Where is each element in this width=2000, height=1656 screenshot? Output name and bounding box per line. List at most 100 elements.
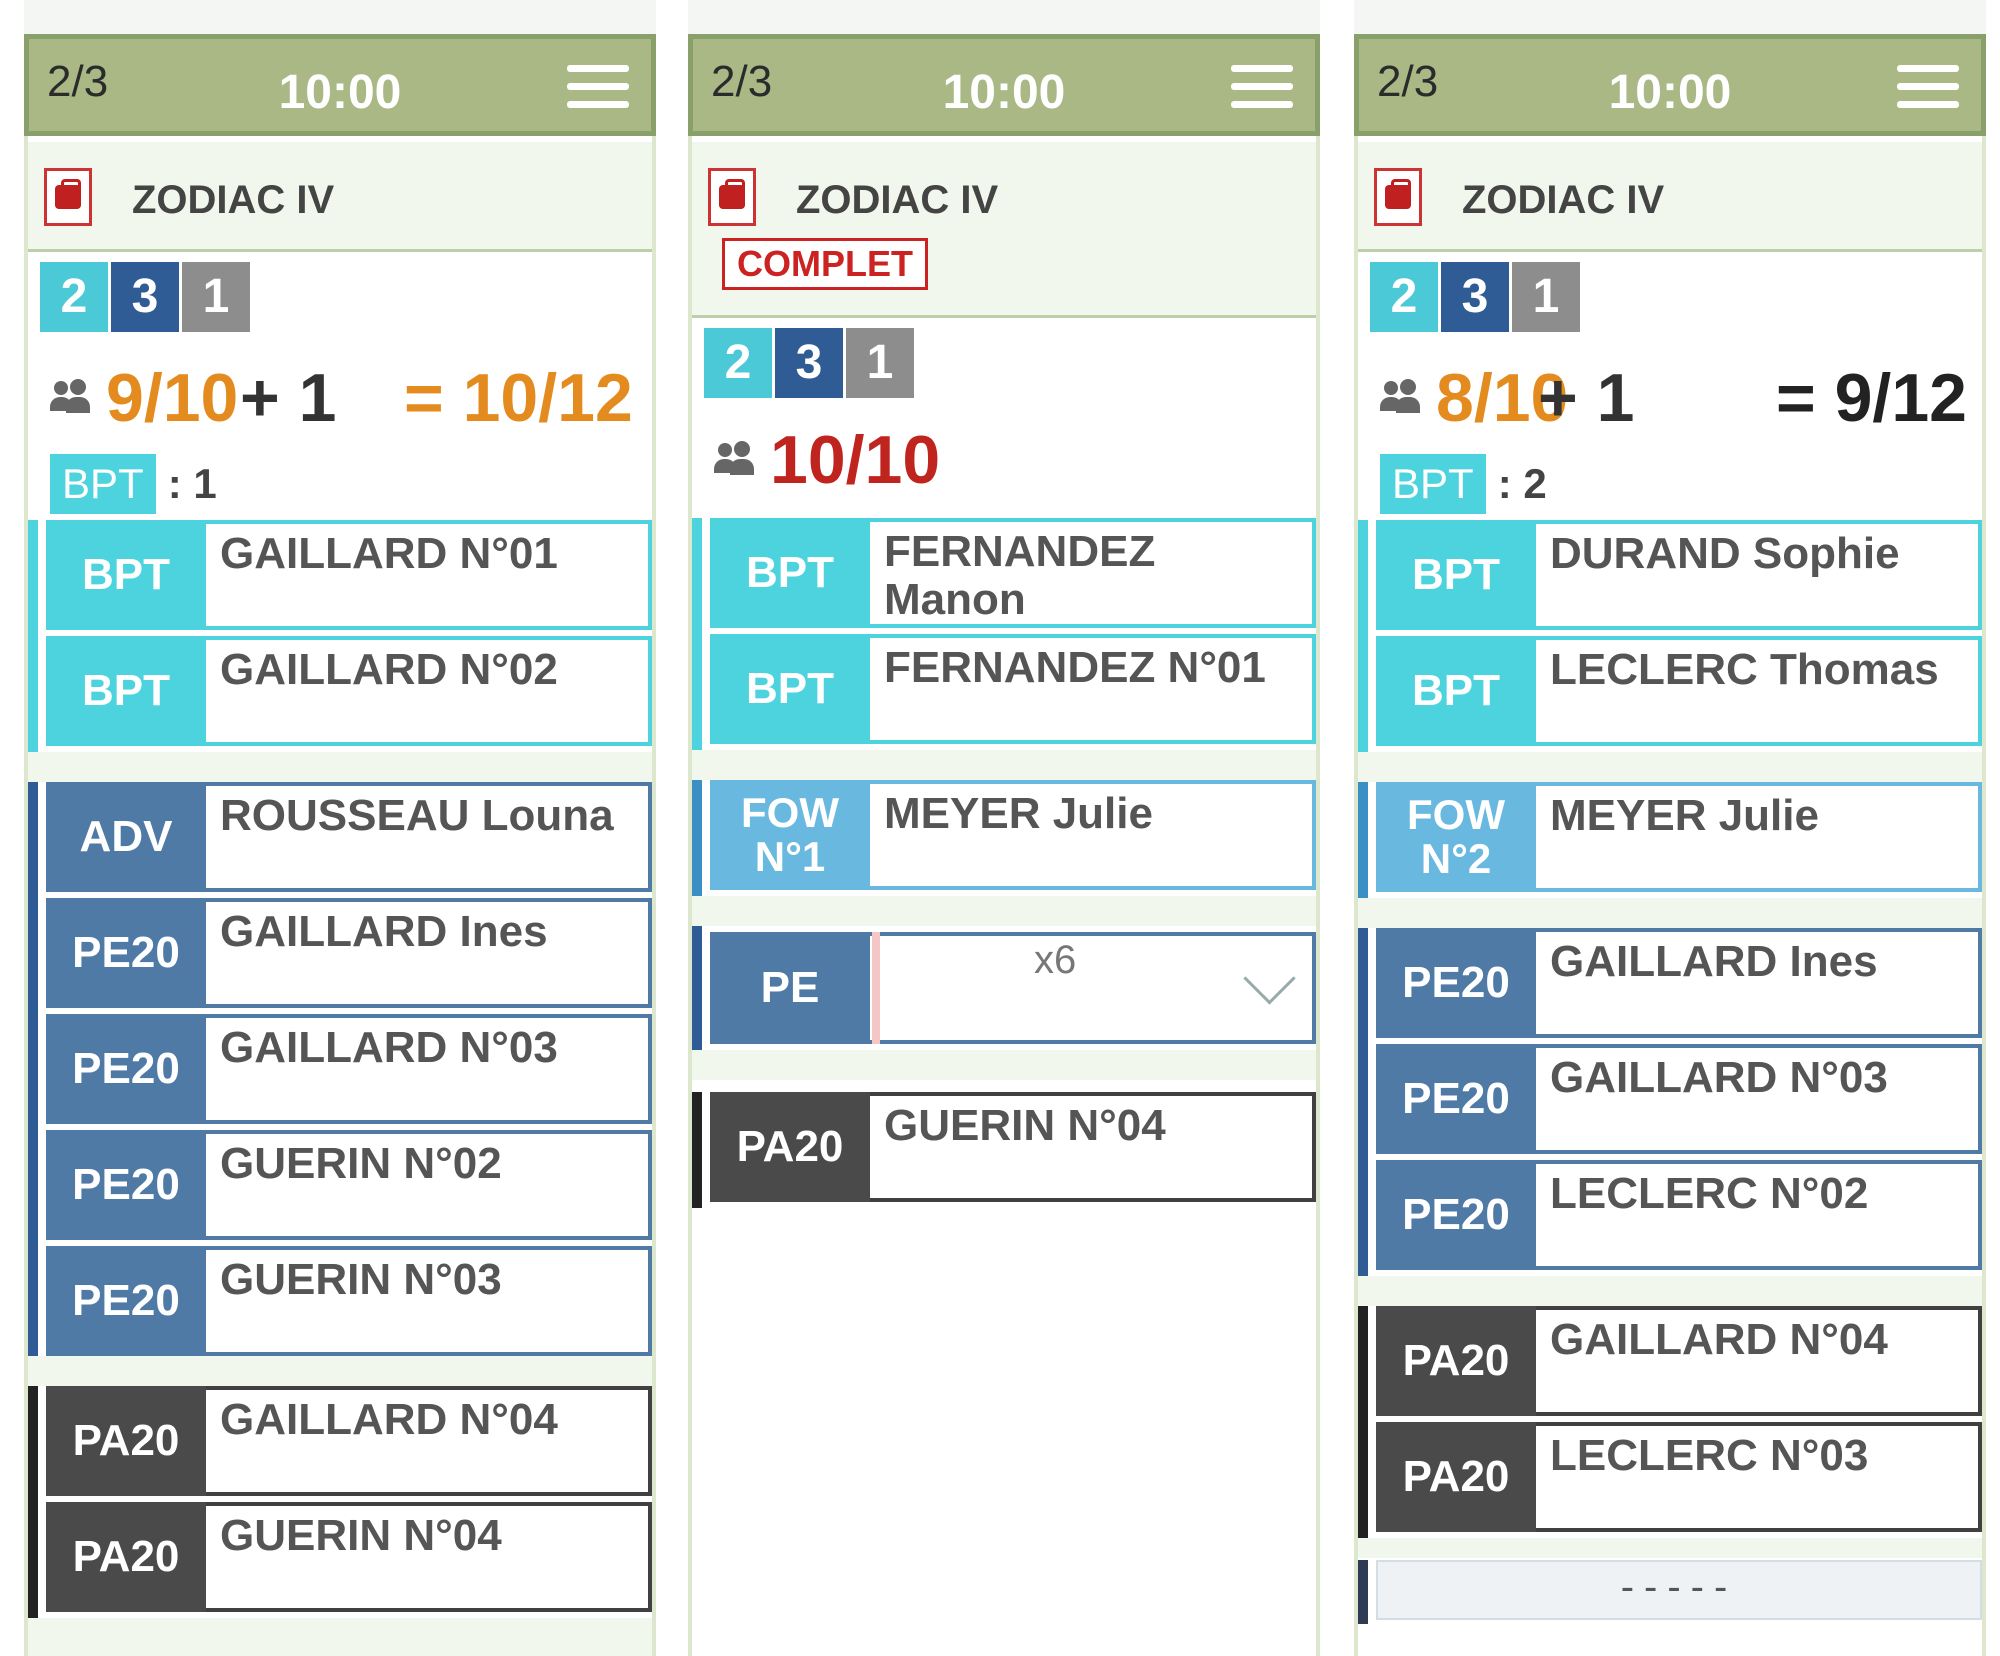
diver-row[interactable]: PA20 GAILLARD N°04 [1376,1306,1982,1416]
diver-name: GUERIN N°03 [220,1255,502,1304]
bpt-summary: BPT: 2 [1380,454,1547,514]
level-tag: FOW N°1 [710,780,870,890]
people-icon [50,379,90,415]
diver-row[interactable]: ADV ROUSSEAU Louna [46,782,652,892]
total-count: = 9/12 [1776,360,1967,436]
hamburger-icon[interactable] [567,65,629,109]
group-separator [28,1356,652,1386]
level-tag: BPT [1376,520,1536,630]
diver-name: LECLERC Thomas [1550,645,1939,694]
column-top-strip [688,0,1320,34]
level-tag: PA20 [1376,1422,1536,1532]
group-pe: PE20 GAILLARD Ines PE20 GAILLARD N°03 PE20… [1358,928,1982,1276]
level-badge-2: 2 [40,262,108,332]
level-tag: PA20 [710,1092,870,1202]
level-tag: PA20 [46,1502,206,1612]
level-badge-3: 3 [1441,262,1509,332]
diver-row[interactable]: BPT DURAND Sophie [1376,520,1982,630]
diver-row[interactable]: PE20 LECLERC N°02 [1376,1160,1982,1270]
diver-row[interactable]: PE20 GUERIN N°03 [46,1246,652,1356]
group-fow: FOW N°2 MEYER Julie [1358,782,1982,898]
people-count [50,358,102,438]
pe-dropdown[interactable]: PE x6 [710,932,1316,1044]
level-badge-3: 3 [111,262,179,332]
people-icon [714,441,754,477]
hamburger-icon[interactable] [1897,65,1959,109]
group-separator [692,896,1316,926]
level-badge-2: 2 [1370,262,1438,332]
diver-row[interactable]: PA20 GUERIN N°04 [710,1092,1316,1202]
diver-name: GAILLARD N°04 [220,1395,558,1444]
boat-bar: ZODIAC IV [1358,142,1982,252]
status-badge: COMPLET [722,238,928,290]
level-badge-1: 1 [1512,262,1580,332]
diver-name: GUERIN N°02 [220,1139,502,1188]
dive-time: 10:00 [278,66,402,119]
level-badge-1: 1 [182,262,250,332]
diver-row[interactable]: PE20 GAILLARD Ines [1376,928,1982,1038]
boat-name: ZODIAC IV [132,178,335,222]
level-badge-3: 3 [775,328,843,398]
bpt-count: : 2 [1497,460,1547,507]
level-badge-1: 1 [846,328,914,398]
diver-row[interactable]: BPT LECLERC Thomas [1376,636,1982,746]
hamburger-icon[interactable] [1231,65,1293,109]
diver-row[interactable]: BPT GAILLARD N°01 [46,520,652,630]
level-tag: PE20 [46,898,206,1008]
level-tag: BPT [46,520,206,630]
diver-name: GAILLARD N°02 [220,645,558,694]
diver-name: FERNANDEZ N°01 [884,643,1266,692]
diver-row[interactable]: PE20 GAILLARD Ines [46,898,652,1008]
diver-row[interactable]: FOW N°1 MEYER Julie [710,780,1316,890]
column-header: 2/3 10:00 [24,34,656,136]
column-header: 2/3 10:00 [688,34,1320,136]
group-pa: PA20 GAILLARD N°04 PA20 GUERIN N°04 [28,1386,652,1618]
diver-name: DURAND Sophie [1550,529,1900,578]
bpt-chip: BPT [1380,454,1486,514]
level-tag: ADV [46,782,206,892]
diver-name: ROUSSEAU Louna [220,791,614,840]
total-count: = 10/12 [404,360,633,436]
diver-name: FERNANDEZ Manon [884,527,1156,624]
divers-count: 10/10 [770,422,941,498]
boat-bar: ZODIAC IV [28,142,652,252]
level-tag: PE [710,932,870,1044]
diver-name: LECLERC N°02 [1550,1169,1869,1218]
diver-name: GAILLARD Ines [1550,937,1878,986]
boat-name: ZODIAC IV [1462,178,1665,222]
diver-name: MEYER Julie [1550,791,1819,840]
dive-time: 10:00 [1608,66,1732,119]
dropdown-count: x6 [1034,938,1077,982]
divers-count: 9/10 [106,360,239,436]
diver-row[interactable]: PE20 GAILLARD N°03 [46,1014,652,1124]
diver-row[interactable]: FOW N°2 MEYER Julie [1376,782,1982,892]
column-header: 2/3 10:00 [1354,34,1986,136]
level-tag: BPT [710,518,870,628]
diver-row[interactable]: PA20 GAILLARD N°04 [46,1386,652,1496]
diver-name: GAILLARD N°01 [220,529,558,578]
people-count [714,420,766,500]
level-badge-2: 2 [704,328,772,398]
boat-bag-icon [1374,168,1422,226]
group-pe-select: PE x6 [692,926,1316,1050]
level-tag: PE20 [46,1014,206,1124]
diver-row[interactable]: PA20 LECLERC N°03 [1376,1422,1982,1532]
palanquee-column-1: 2/3 10:00 ZODIAC IV 2 3 1 9/10 + 1 = 10/… [24,0,656,1656]
diver-row[interactable]: BPT GAILLARD N°02 [46,636,652,746]
group-pa: PA20 GUERIN N°04 [692,1092,1316,1208]
bpt-chip: BPT [50,454,156,514]
group-bpt: BPT FERNANDEZ Manon BPT FERNANDEZ N°01 [692,518,1316,750]
group-pa: PA20 GAILLARD N°04 PA20 LECLERC N°03 [1358,1306,1982,1538]
diver-row[interactable]: PE20 GAILLARD N°03 [1376,1044,1982,1154]
diver-row[interactable]: PE20 GUERIN N°02 [46,1130,652,1240]
diver-name: GAILLARD Ines [220,907,548,956]
chevron-down-icon[interactable] [1243,952,1296,1005]
group-separator [1358,1538,1982,1558]
diver-row[interactable]: BPT FERNANDEZ N°01 [710,634,1316,744]
level-tag: BPT [710,634,870,744]
diver-row[interactable]: PA20 GUERIN N°04 [46,1502,652,1612]
extra-count: + 1 [1538,360,1635,436]
empty-slot[interactable]: ----- [1376,1560,1982,1620]
diver-row[interactable]: BPT FERNANDEZ Manon [710,518,1316,628]
group-bpt: BPT DURAND Sophie BPT LECLERC Thomas [1358,520,1982,752]
